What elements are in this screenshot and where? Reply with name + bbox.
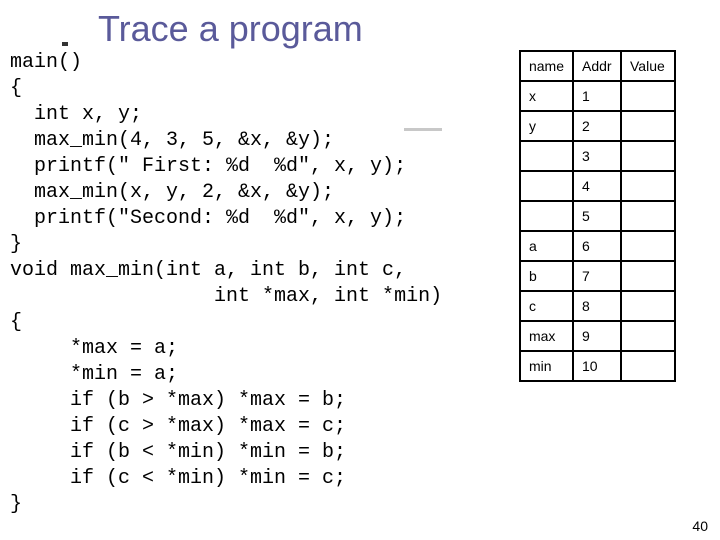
cell-addr: 5 <box>573 201 621 231</box>
cell-name <box>520 201 573 231</box>
cell-name: y <box>520 111 573 141</box>
cell-addr: 4 <box>573 171 621 201</box>
table-row: min10 <box>520 351 675 381</box>
table-row: max9 <box>520 321 675 351</box>
table-row: a6 <box>520 231 675 261</box>
table-row: 5 <box>520 201 675 231</box>
cell-addr: 9 <box>573 321 621 351</box>
cell-addr: 1 <box>573 81 621 111</box>
cell-addr: 2 <box>573 111 621 141</box>
table-row: c8 <box>520 291 675 321</box>
cell-value <box>621 111 675 141</box>
header-addr: Addr <box>573 51 621 81</box>
cell-addr: 7 <box>573 261 621 291</box>
cell-value <box>621 201 675 231</box>
cell-name: a <box>520 231 573 261</box>
cell-value <box>621 321 675 351</box>
table-row: b7 <box>520 261 675 291</box>
cell-value <box>621 171 675 201</box>
cell-name: x <box>520 81 573 111</box>
table-row: 3 <box>520 141 675 171</box>
cell-value <box>621 261 675 291</box>
cell-addr: 3 <box>573 141 621 171</box>
cell-value <box>621 231 675 261</box>
cell-value <box>621 81 675 111</box>
code-block: main() { int x, y; max_min(4, 3, 5, &x, … <box>10 50 442 518</box>
decorative-mark <box>62 42 68 46</box>
table-row: x1 <box>520 81 675 111</box>
memory-table: name Addr Value x1y2345a6b7c8max9min10 <box>519 50 676 382</box>
table-row: y2 <box>520 111 675 141</box>
page-number: 40 <box>692 518 708 534</box>
cell-name: b <box>520 261 573 291</box>
cell-value <box>621 141 675 171</box>
slide-title: Trace a program <box>98 8 363 50</box>
cell-name: c <box>520 291 573 321</box>
cell-name <box>520 171 573 201</box>
cell-addr: 8 <box>573 291 621 321</box>
table-row: 4 <box>520 171 675 201</box>
cell-name: min <box>520 351 573 381</box>
cell-value <box>621 351 675 381</box>
header-value: Value <box>621 51 675 81</box>
cell-addr: 6 <box>573 231 621 261</box>
cell-name <box>520 141 573 171</box>
cell-value <box>621 291 675 321</box>
header-name: name <box>520 51 573 81</box>
table-header-row: name Addr Value <box>520 51 675 81</box>
cell-name: max <box>520 321 573 351</box>
cell-addr: 10 <box>573 351 621 381</box>
